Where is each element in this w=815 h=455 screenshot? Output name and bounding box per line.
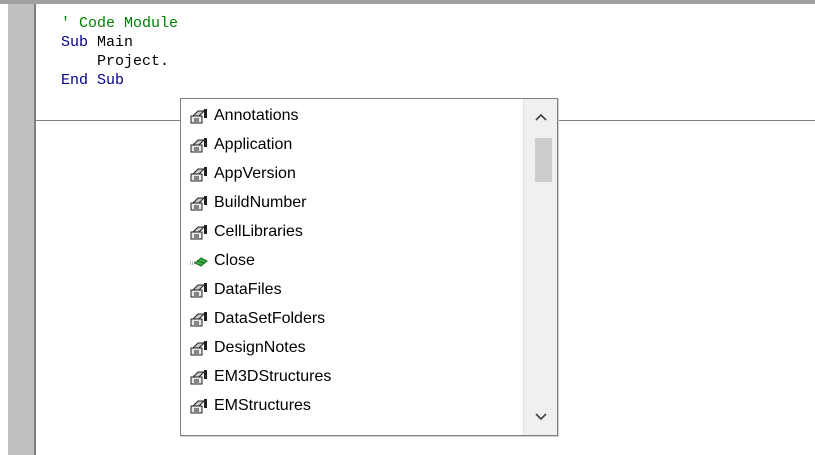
code-line[interactable]: ' Code Module	[61, 14, 178, 33]
property-icon	[189, 194, 209, 212]
chevron-down-icon	[534, 413, 547, 421]
member-label: EM3DStructures	[214, 367, 332, 385]
member-label: EMStructures	[214, 396, 311, 414]
code-line[interactable]: End Sub	[61, 71, 178, 90]
property-icon	[189, 368, 209, 386]
member-list-item[interactable]: Application	[181, 130, 523, 159]
keyword-token: End Sub	[61, 72, 125, 89]
member-list-item[interactable]: Annotations	[181, 101, 523, 130]
member-list-item[interactable]: BuildNumber	[181, 188, 523, 217]
property-icon	[189, 339, 209, 357]
property-icon	[189, 223, 209, 241]
margin-indicator-bar	[8, 4, 36, 455]
member-label: Application	[214, 135, 293, 153]
code-token: Main	[88, 34, 134, 51]
method-icon	[189, 252, 209, 270]
member-list-item[interactable]: EMStructures	[181, 391, 523, 420]
member-label: Annotations	[214, 106, 299, 124]
member-label: DesignNotes	[214, 338, 306, 356]
scroll-up-button[interactable]	[524, 103, 557, 131]
property-icon	[189, 165, 209, 183]
property-icon	[189, 310, 209, 328]
member-label: DataSetFolders	[214, 309, 326, 327]
member-label: CellLibraries	[214, 222, 303, 240]
member-list-item[interactable]: Close	[181, 246, 523, 275]
chevron-up-icon	[534, 113, 547, 121]
member-list-item[interactable]: CellLibraries	[181, 217, 523, 246]
member-list-item[interactable]: DataSetFolders	[181, 304, 523, 333]
member-label: DataFiles	[214, 280, 282, 298]
code-line[interactable]: Project.	[61, 52, 178, 71]
member-label: BuildNumber	[214, 193, 307, 211]
member-label: Close	[214, 251, 255, 269]
member-list-item[interactable]: AppVersion	[181, 159, 523, 188]
property-icon	[189, 281, 209, 299]
scroll-down-button[interactable]	[524, 403, 557, 431]
property-icon	[189, 136, 209, 154]
code-text[interactable]: ' Code Module Sub Main Project. End Sub	[61, 14, 178, 90]
autocomplete-list[interactable]: Annotations Application AppVersion BuildNum…	[180, 98, 558, 436]
vertical-scrollbar[interactable]	[523, 99, 557, 435]
member-list-item[interactable]: DataFiles	[181, 275, 523, 304]
scrollbar-thumb[interactable]	[535, 138, 552, 182]
code-token: Project.	[61, 53, 170, 70]
property-icon	[189, 397, 209, 415]
member-list[interactable]: Annotations Application AppVersion BuildNum…	[181, 101, 523, 420]
member-list-item[interactable]: DesignNotes	[181, 333, 523, 362]
comment-token: ' Code Module	[61, 15, 179, 32]
member-list-item[interactable]: EM3DStructures	[181, 362, 523, 391]
member-label: AppVersion	[214, 164, 296, 182]
code-line[interactable]: Sub Main	[61, 33, 178, 52]
keyword-token: Sub	[61, 34, 89, 51]
property-icon	[189, 107, 209, 125]
